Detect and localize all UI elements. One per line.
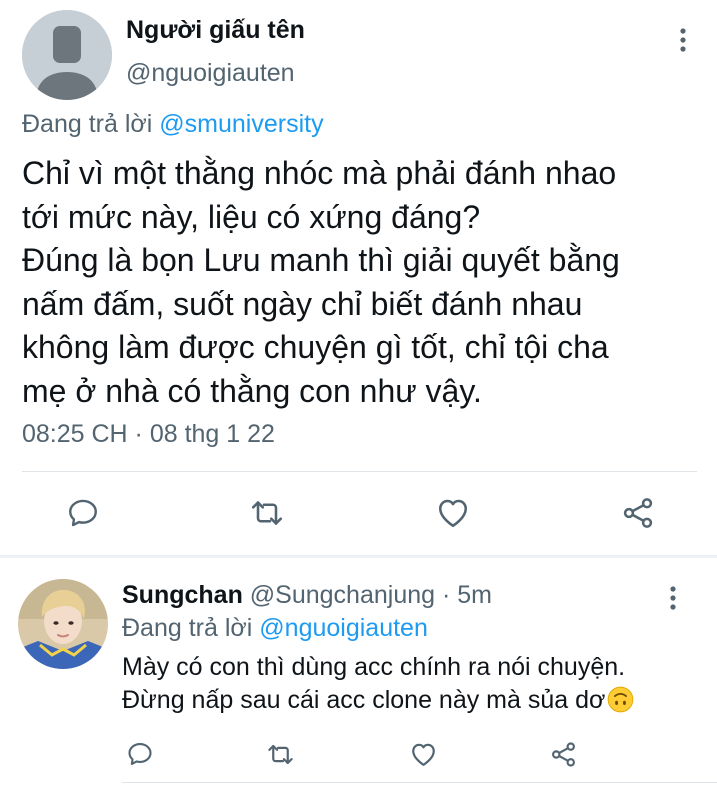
reply-text-line: Đừng nấp sau cái acc clone này mà sủa dơ — [122, 684, 634, 717]
replying-to-link[interactable]: @nguoigiauten — [259, 614, 428, 642]
main-tweet: Người giấu tên @nguoigiauten Đang trả lờ… — [0, 0, 717, 556]
reply-more-options-button[interactable] — [661, 578, 685, 618]
reply-button[interactable] — [60, 490, 106, 536]
more-options-button[interactable] — [671, 20, 695, 60]
tweet-text-line: Đúng là bọn Lưu manh thì giải quyết bằng — [22, 242, 620, 278]
retweet-icon — [251, 501, 283, 525]
retweet-button[interactable] — [244, 490, 290, 536]
share-icon — [551, 741, 575, 767]
reply-replying-to-line: Đang trả lời @nguoigiauten — [122, 614, 428, 643]
replying-to-label: Đang trả lời — [122, 614, 253, 642]
author-display-name[interactable]: Người giấu tên — [126, 16, 305, 45]
vertical-dots-icon — [670, 586, 676, 610]
reply-author-name[interactable]: Sungchan — [122, 581, 243, 609]
vertical-dots-icon — [680, 28, 686, 52]
reply-share-button[interactable] — [545, 736, 581, 772]
divider — [122, 782, 717, 783]
reply-icon — [128, 743, 152, 765]
tweet-text: Chỉ vì một thằng nhóc mà phải đánh nhao … — [22, 152, 702, 413]
person-silhouette-icon — [22, 10, 112, 100]
reply-reply-button[interactable] — [122, 736, 158, 772]
author-handle[interactable]: @nguoigiauten — [126, 59, 295, 88]
reply-icon — [69, 499, 97, 527]
reply-text: Mày có con thì dùng acc chính ra nói chu… — [122, 651, 634, 717]
divider — [22, 471, 697, 472]
tweet-text-line: mẹ ở nhà có thằng con như vậy. — [22, 372, 482, 409]
section-separator — [0, 555, 717, 558]
like-button[interactable] — [430, 490, 476, 536]
default-avatar[interactable] — [22, 10, 112, 100]
tweet-text-line: Chỉ vì một thằng nhóc mà phải đánh nhao — [22, 155, 617, 191]
reply-like-button[interactable] — [405, 736, 441, 772]
replying-to-line: Đang trả lời @smuniversity — [22, 110, 324, 139]
replying-to-link[interactable]: @smuniversity — [159, 110, 323, 138]
reply-header: Sungchan @Sungchanjung · 5m — [122, 581, 492, 610]
tweet-text-line: nấm đấm, suốt ngày chỉ biết đánh nhau — [22, 285, 583, 322]
reply-handle-time[interactable]: @Sungchanjung · 5m — [243, 581, 492, 609]
tweet-text-line: không làm được chuyện gì tốt, chỉ tội ch… — [22, 329, 609, 365]
share-button[interactable] — [615, 490, 661, 536]
reply-text-line: Mày có con thì dùng acc chính ra nói chu… — [122, 653, 626, 681]
replying-to-label: Đang trả lời — [22, 110, 153, 138]
tweet-timestamp[interactable]: 08:25 CH · 08 thg 1 22 — [22, 420, 275, 449]
heart-icon — [411, 743, 435, 766]
reply-retweet-button[interactable] — [262, 736, 298, 772]
reply-avatar[interactable] — [18, 579, 108, 669]
retweet-icon — [267, 744, 293, 764]
tweet-text-line: tới mức này, liệu có xứng đáng? — [22, 198, 481, 235]
user-photo-avatar — [18, 579, 108, 669]
heart-icon — [438, 499, 468, 528]
share-icon — [623, 498, 653, 528]
upside-down-face-emoji-icon — [608, 686, 634, 713]
